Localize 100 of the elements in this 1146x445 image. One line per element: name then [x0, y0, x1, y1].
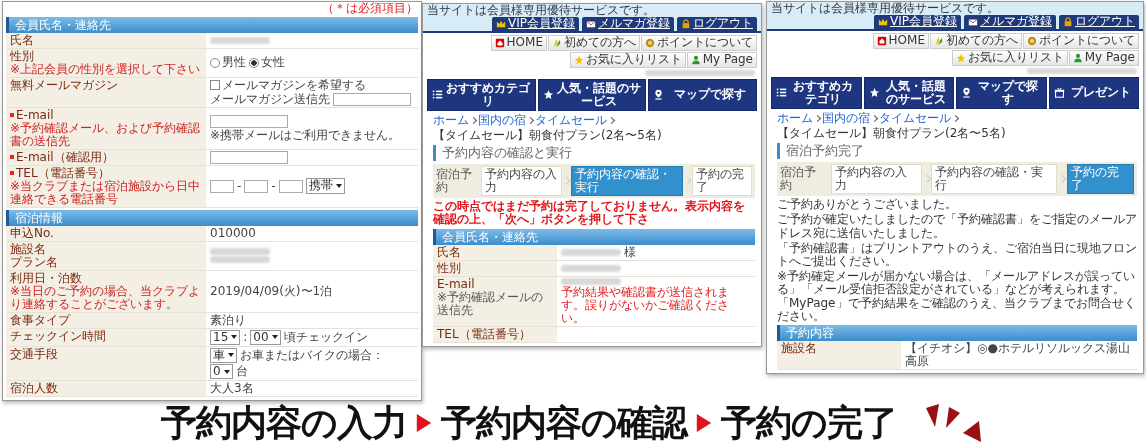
header-link-button[interactable]: お気に入りリスト: [569, 51, 686, 68]
nav-menu-button[interactable]: マップで探す: [648, 78, 757, 111]
flow-step-caption: 予約内容の入力: [161, 403, 407, 443]
breadcrumb-current: 【タイムセール】朝食付プラン(2名〜5名): [777, 127, 1006, 141]
steps-label: 宿泊予約: [780, 165, 817, 193]
field-label: 申込No.: [10, 226, 54, 240]
dropdown[interactable]: 00: [250, 329, 281, 345]
text-input-field[interactable]: [210, 150, 288, 164]
star-icon: [955, 52, 966, 63]
header-link-button[interactable]: ポイントについて: [641, 35, 757, 51]
header-link-button[interactable]: My Page: [1068, 49, 1139, 66]
section-header: 会員氏名・連絡先: [6, 16, 418, 33]
person-icon: [690, 54, 701, 65]
field-label: 交通手段: [10, 347, 58, 361]
field-label: 氏名: [437, 246, 461, 259]
field-label: 施設名: [781, 342, 817, 356]
required-note: （＊は必須項目）: [321, 2, 418, 15]
lock-icon: [1063, 17, 1073, 28]
coin-icon: [1027, 35, 1037, 46]
nav-menu-button[interactable]: マップで探す: [956, 76, 1047, 109]
field-label: プラン名: [10, 255, 58, 269]
section-header: 予約内容: [777, 325, 1137, 342]
header-link-button[interactable]: お気に入りリスト: [951, 49, 1068, 66]
triangle-arrow-icon: [415, 412, 433, 434]
header-link-button[interactable]: My Page: [686, 51, 757, 68]
header-link-button[interactable]: HOME: [872, 33, 929, 49]
text-input-field[interactable]: [278, 179, 303, 193]
text-input-field[interactable]: [333, 92, 411, 106]
field-note: ※当クラブまたは宿泊施設から日中連絡できる電話番号: [10, 179, 202, 206]
breadcrumb-link[interactable]: 国内の宿: [478, 113, 526, 128]
crown-icon: [496, 19, 506, 30]
paragraph-text: ※予約確定メールが届かない場合は、「メールアドレスが誤っている」「メール受信拒否設定がされている」などが考えられます。「MyPage」で予約結果をご確認のうえ、当クラブまでお問合せください。: [777, 270, 1137, 323]
field-label: TEL（電話番号）: [16, 166, 110, 180]
header-link-button[interactable]: 初めての方へ: [548, 35, 640, 51]
coin-icon: [645, 37, 655, 48]
field-label: 利用日・泊数: [10, 271, 82, 285]
section-header: 会員氏名・連絡先: [433, 228, 755, 246]
star-icon: [868, 87, 880, 99]
dropdown[interactable]: 0: [210, 363, 233, 380]
field-value: 頃チェックイン: [283, 330, 368, 344]
breadcrumb-current: 【タイムセール】朝食付プラン(2名〜5名): [433, 129, 662, 143]
text-input-field[interactable]: [210, 114, 288, 128]
field-value: 2019/04/09(火)〜1泊: [210, 284, 333, 298]
nav-menu-button[interactable]: 人気・話題のサービス: [863, 76, 954, 109]
dropdown[interactable]: 携帯: [305, 178, 345, 194]
field-note: ※予約確認メール、および予約確認書の送信先: [10, 121, 202, 148]
steps-label: 宿泊予約: [436, 167, 473, 195]
paragraph-text: ご予約が確定いたしましたので「予約確認書」をご指定のメールアドレス宛に送信いたしました。: [777, 213, 1137, 240]
caret-icon: [231, 335, 238, 340]
radio-button[interactable]: [210, 57, 220, 68]
field-value: -: [271, 179, 276, 193]
breadcrumb-link[interactable]: ホーム: [777, 111, 813, 126]
star-icon: [542, 89, 554, 101]
caret-icon: [271, 335, 278, 340]
redacted-text-block: [561, 249, 621, 257]
field-value: 台: [235, 365, 248, 378]
radio-label: 男性: [222, 56, 246, 70]
field-note: ※上記会員の性別を選択して下さい: [10, 62, 202, 76]
home-icon: [876, 35, 887, 46]
checkbox-label: メールマガジンを希望する: [222, 78, 366, 92]
breadcrumb-link[interactable]: タイムセール: [879, 111, 951, 126]
breadcrumb-link[interactable]: 国内の宿: [822, 111, 870, 126]
field-label: 食事タイプ: [10, 313, 70, 327]
text-input-field[interactable]: [244, 179, 269, 193]
member-menu-tab[interactable]: VIP会員登録: [874, 15, 961, 29]
field-value: 様: [624, 246, 636, 259]
dropdown[interactable]: 車: [210, 347, 237, 363]
nav-menu-button[interactable]: 人気・話題のサービス: [537, 78, 647, 111]
member-menu-tab[interactable]: メルマガ登録: [964, 15, 1056, 29]
dropdown[interactable]: 15: [210, 329, 241, 345]
field-value: -: [237, 179, 242, 193]
paragraph-text: ご予約ありがとうございました。: [777, 198, 958, 212]
field-label: 宿泊人数: [10, 382, 58, 396]
member-menu-tab[interactable]: VIP会員登録: [492, 17, 579, 31]
member-menu-tab[interactable]: ログアウト: [677, 17, 757, 31]
header-link-button[interactable]: ポイントについて: [1023, 33, 1139, 49]
header-link-button[interactable]: HOME: [490, 35, 547, 51]
checkbox[interactable]: [210, 80, 220, 91]
warning-text: 予約結果や確認書が送信されます。誤りがないかご確認ください。: [561, 285, 730, 325]
nav-menu-button[interactable]: おすすめカテゴリ: [427, 78, 536, 111]
field-value: 【イチオシ】◎●ホテルリソルックス湯山高原: [905, 342, 1131, 369]
radio-button[interactable]: [249, 57, 259, 68]
field-value: 大人3名: [210, 382, 254, 396]
nav-menu-button[interactable]: おすすめカテゴリ: [771, 76, 862, 109]
redacted-text-block: [210, 36, 270, 44]
field-label: E-mail: [437, 277, 475, 291]
section-header: 宿泊情報: [6, 209, 418, 226]
home-icon: [494, 37, 505, 48]
member-menu-tab[interactable]: メルマガ登録: [582, 17, 674, 31]
text-input-field[interactable]: [210, 179, 234, 193]
breadcrumb-link[interactable]: タイムセール: [535, 113, 607, 128]
redacted-text-block: [561, 277, 621, 285]
field-note: ※予約確認メールの送信先: [437, 290, 545, 317]
breadcrumb-link[interactable]: ホーム: [433, 113, 469, 128]
nav-menu-button[interactable]: プレゼント: [1048, 76, 1139, 109]
triangle-arrow-icon: [695, 412, 713, 434]
field-value: 素泊り: [210, 313, 246, 327]
header-link-button[interactable]: 初めての方へ: [930, 33, 1022, 49]
redacted-text-block: [561, 265, 621, 272]
member-menu-tab[interactable]: ログアウト: [1059, 15, 1139, 29]
